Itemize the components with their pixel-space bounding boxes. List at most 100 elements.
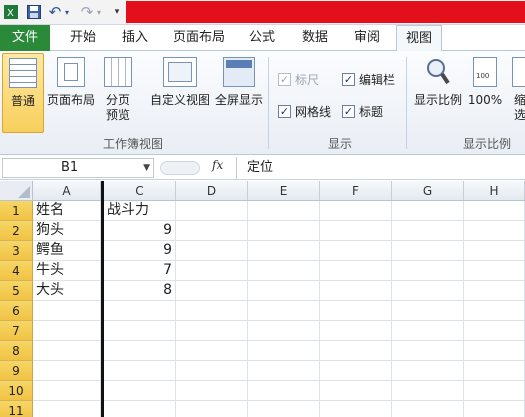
cell-h6[interactable] [464,301,525,321]
column-header-d[interactable]: D [176,181,248,201]
cell-f2[interactable] [320,221,392,241]
cell-d4[interactable] [176,261,248,281]
cell-a8[interactable] [33,341,101,361]
cell-c6[interactable] [104,301,176,321]
cell-e9[interactable] [248,361,320,381]
cell-g8[interactable] [392,341,464,361]
column-header-c[interactable]: C [104,181,176,201]
row-header[interactable]: 9 [0,361,33,381]
excel-app-icon[interactable]: X [3,3,19,21]
cell-f10[interactable] [320,381,392,401]
row-header[interactable]: 2 [0,221,33,241]
tab-file[interactable]: 文件 [0,25,50,51]
cell-a3[interactable]: 鳄鱼 [33,241,101,261]
cell-g10[interactable] [392,381,464,401]
cell-d11[interactable] [176,401,248,417]
cell-g11[interactable] [392,401,464,417]
cell-e2[interactable] [248,221,320,241]
cell-f6[interactable] [320,301,392,321]
cell-h4[interactable] [464,261,525,281]
cell-d2[interactable] [176,221,248,241]
column-header-g[interactable]: G [392,181,464,201]
zoom-to-selection-button[interactable]: 缩 选定 [506,57,525,123]
gridlines-checkbox[interactable]: ✓ 网格线 [278,103,331,120]
cell-d1[interactable] [176,201,248,221]
cell-g3[interactable] [392,241,464,261]
row-header[interactable]: 6 [0,301,33,321]
cell-h8[interactable] [464,341,525,361]
cell-c7[interactable] [104,321,176,341]
cell-h10[interactable] [464,381,525,401]
page-layout-view-button[interactable]: 页面布局 [46,57,96,108]
cell-a11[interactable] [33,401,101,417]
column-header-e[interactable]: E [248,181,320,201]
cell-g5[interactable] [392,281,464,301]
undo-dropdown-icon[interactable]: ▾ [63,3,71,21]
cell-c8[interactable] [104,341,176,361]
customize-toolbar-icon[interactable]: ▾ [112,3,122,21]
full-screen-button[interactable]: 全屏显示 [214,57,264,108]
save-icon[interactable] [26,3,42,21]
cell-f1[interactable] [320,201,392,221]
normal-view-button[interactable]: 普通 [2,53,44,133]
cell-c5[interactable]: 8 [104,281,176,301]
select-all-corner[interactable] [0,181,33,201]
cell-h7[interactable] [464,321,525,341]
cell-a10[interactable] [33,381,101,401]
worksheet-grid[interactable]: A C D E F G H 1 2 3 4 5 6 7 8 9 10 11 姓名… [0,181,525,417]
cell-f8[interactable] [320,341,392,361]
row-header[interactable]: 1 [0,201,33,221]
cell-g2[interactable] [392,221,464,241]
tab-data[interactable]: 数据 [292,25,338,51]
cell-f5[interactable] [320,281,392,301]
cell-f9[interactable] [320,361,392,381]
cell-d6[interactable] [176,301,248,321]
row-header[interactable]: 3 [0,241,33,261]
cell-e7[interactable] [248,321,320,341]
cell-c3[interactable]: 9 [104,241,176,261]
cell-c9[interactable] [104,361,176,381]
column-header-a[interactable]: A [33,181,101,201]
cell-a9[interactable] [33,361,101,381]
row-header[interactable]: 5 [0,281,33,301]
insert-function-icon[interactable]: fx [212,158,223,172]
cell-h1[interactable] [464,201,525,221]
cell-e5[interactable] [248,281,320,301]
cell-e1[interactable] [248,201,320,221]
ruler-checkbox[interactable]: ✓ 标尺 [278,71,319,88]
row-header[interactable]: 4 [0,261,33,281]
cell-c4[interactable]: 7 [104,261,176,281]
cell-f7[interactable] [320,321,392,341]
custom-views-button[interactable]: 自定义视图 [148,57,212,108]
cell-d5[interactable] [176,281,248,301]
redo-icon[interactable]: ↷ [80,3,94,21]
cell-e6[interactable] [248,301,320,321]
tab-view[interactable]: 视图 [396,25,442,52]
cell-c1[interactable]: 战斗力 [104,201,176,221]
formula-bar-checkbox[interactable]: ✓ 编辑栏 [342,71,395,88]
tab-formulas[interactable]: 公式 [240,25,284,51]
cell-g4[interactable] [392,261,464,281]
tab-page-layout[interactable]: 页面布局 [166,25,232,51]
cell-f11[interactable] [320,401,392,417]
zoom-100-button[interactable]: 100 100% [466,57,504,108]
cell-e3[interactable] [248,241,320,261]
cell-a1[interactable]: 姓名 [33,201,101,221]
cell-e11[interactable] [248,401,320,417]
tab-insert[interactable]: 插入 [112,25,158,51]
cell-c10[interactable] [104,381,176,401]
cell-g9[interactable] [392,361,464,381]
name-box-dropdown-icon[interactable]: ▼ [143,159,150,177]
cell-h2[interactable] [464,221,525,241]
redo-dropdown-icon[interactable]: ▾ [95,3,103,21]
name-box[interactable]: B1 ▼ [2,158,154,178]
cell-area[interactable]: 姓名 战斗力 狗头 9 鳄鱼 9 牛头 7 大头 8 [33,201,525,417]
tab-review[interactable]: 审阅 [344,25,390,51]
cell-a2[interactable]: 狗头 [33,221,101,241]
cell-c11[interactable] [104,401,176,417]
column-header-h[interactable]: H [464,181,525,201]
cell-g1[interactable] [392,201,464,221]
cell-h5[interactable] [464,281,525,301]
headings-checkbox[interactable]: ✓ 标题 [342,103,383,120]
cell-a4[interactable]: 牛头 [33,261,101,281]
